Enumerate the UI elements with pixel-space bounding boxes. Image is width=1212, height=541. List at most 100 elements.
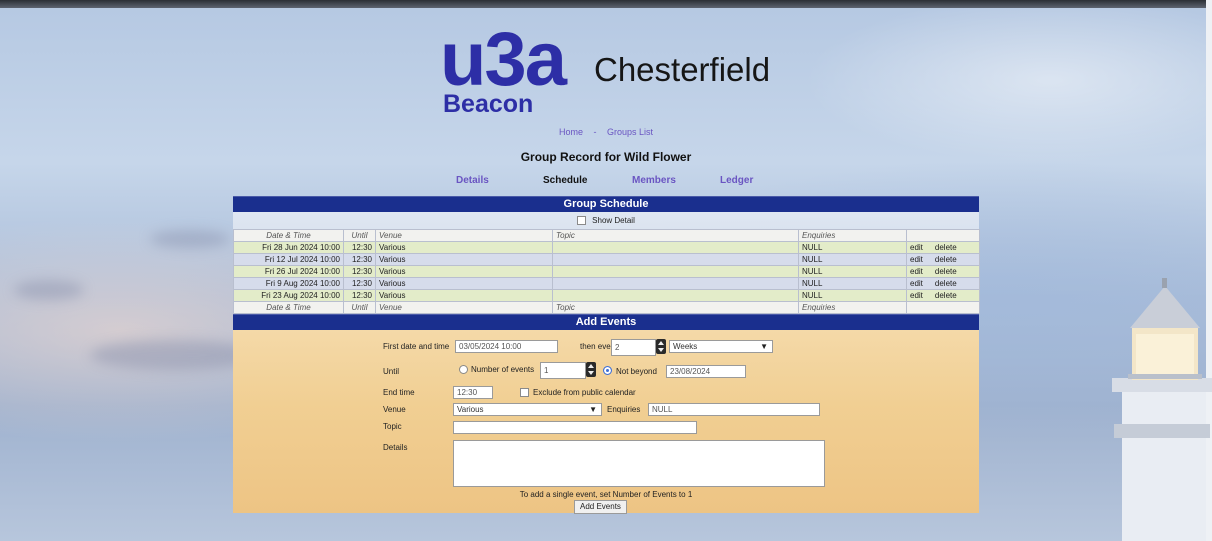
schedule-venue: Various — [375, 289, 553, 302]
tab-schedule[interactable]: Schedule — [543, 175, 587, 186]
delete-link[interactable]: delete — [935, 279, 957, 288]
row-actions: edit delete — [906, 277, 980, 290]
tab-details[interactable]: Details — [456, 175, 489, 186]
end-time-input[interactable]: 12:30 — [453, 386, 493, 399]
schedule-topic — [552, 265, 799, 278]
schedule-venue: Various — [375, 277, 553, 290]
site-place-name: Chesterfield — [594, 51, 771, 88]
topic-input[interactable] — [453, 421, 697, 434]
delete-link[interactable]: delete — [935, 243, 957, 252]
number-of-events-input[interactable]: 1 — [540, 362, 586, 379]
beacon-logo-text: Beacon — [443, 90, 534, 118]
first-date-input[interactable]: 03/05/2024 10:00 — [455, 340, 558, 353]
until-label: Until — [383, 367, 400, 376]
nav-separator: - — [593, 127, 597, 137]
delete-link[interactable]: delete — [935, 291, 957, 300]
schedule-date-time: Fri 12 Jul 2024 10:00 — [233, 253, 344, 266]
column-header-topic: Topic — [552, 229, 799, 242]
number-of-events-spinner[interactable] — [586, 362, 596, 377]
number-of-events-radio[interactable] — [459, 365, 468, 374]
details-textarea[interactable] — [453, 440, 825, 487]
schedule-topic — [552, 277, 799, 290]
column-header-enquiries: Enquiries — [798, 229, 907, 242]
table-row: Fri 12 Jul 2024 10:00 12:30 Various NULL edi… — [233, 253, 980, 266]
enquiries-label: Enquiries — [607, 405, 641, 414]
interval-unit-select[interactable]: Weeks ▼ — [669, 340, 773, 353]
edit-link[interactable]: edit — [910, 267, 923, 276]
table-row: Fri 23 Aug 2024 10:00 12:30 Various NULL edi… — [233, 289, 980, 302]
edit-link[interactable]: edit — [910, 279, 923, 288]
page-title: Group Record for Wild Flower — [520, 150, 692, 164]
schedule-enquiries: NULL — [798, 265, 907, 278]
row-actions: edit delete — [906, 253, 980, 266]
schedule-venue: Various — [375, 265, 553, 278]
row-actions: edit delete — [906, 289, 980, 302]
schedule-until: 12:30 — [343, 241, 376, 254]
table-row: Fri 9 Aug 2024 10:00 12:30 Various NULL edit… — [233, 277, 980, 290]
schedule-topic — [552, 253, 799, 266]
home-link[interactable]: Home — [559, 127, 583, 137]
add-events-button[interactable]: Add Events — [574, 500, 627, 514]
schedule-topic — [552, 241, 799, 254]
column-header-until: Until — [343, 229, 376, 242]
column-header-actions — [906, 229, 980, 242]
show-detail-label: Show Detail — [592, 216, 635, 225]
schedule-panel: Group Schedule Show Detail Date & Time U… — [233, 196, 980, 514]
enquiries-input[interactable]: NULL — [648, 403, 820, 416]
group-schedule-header: Group Schedule — [233, 196, 979, 212]
column-header-venue: Venue — [375, 229, 553, 242]
column-header-date-time: Date & Time — [233, 229, 344, 242]
single-event-hint: To add a single event, set Number of Eve… — [519, 490, 693, 499]
schedule-topic — [552, 289, 799, 302]
add-events-header: Add Events — [233, 314, 979, 330]
edit-link[interactable]: edit — [910, 243, 923, 252]
delete-link[interactable]: delete — [935, 255, 957, 264]
venue-select[interactable]: Various ▼ — [453, 403, 602, 416]
tab-ledger[interactable]: Ledger — [720, 175, 753, 186]
schedule-date-time: Fri 9 Aug 2024 10:00 — [233, 277, 344, 290]
row-actions: edit delete — [906, 265, 980, 278]
not-beyond-input[interactable]: 23/08/2024 — [666, 365, 746, 378]
schedule-date-time: Fri 23 Aug 2024 10:00 — [233, 289, 344, 302]
background-cloud — [14, 280, 84, 300]
background-cloud — [150, 230, 230, 248]
show-detail-row: Show Detail — [233, 212, 979, 229]
column-footer-topic: Topic — [552, 301, 799, 314]
delete-link[interactable]: delete — [935, 267, 957, 276]
schedule-table: Date & Time Until Venue Topic Enquiries … — [233, 229, 980, 314]
interval-spinner[interactable] — [656, 339, 666, 354]
edit-link[interactable]: edit — [910, 255, 923, 264]
table-footer-row: Date & Time Until Venue Topic Enquiries — [233, 301, 980, 314]
venue-value: Various — [457, 405, 484, 414]
end-time-label: End time — [383, 388, 415, 397]
add-events-form: First date and time 03/05/2024 10:00 the… — [233, 330, 979, 514]
column-footer-actions — [906, 301, 980, 314]
not-beyond-label: Not beyond — [616, 367, 657, 376]
venue-label: Venue — [383, 405, 406, 414]
chevron-down-icon: ▼ — [589, 405, 597, 414]
row-actions: edit delete — [906, 241, 980, 254]
schedule-date-time: Fri 28 Jun 2024 10:00 — [233, 241, 344, 254]
groups-list-link[interactable]: Groups List — [607, 127, 653, 137]
edit-link[interactable]: edit — [910, 291, 923, 300]
schedule-enquiries: NULL — [798, 241, 907, 254]
show-detail-checkbox[interactable] — [577, 216, 587, 225]
topic-label: Topic — [383, 422, 402, 431]
lighthouse-image — [1112, 278, 1212, 541]
first-date-label: First date and time — [383, 342, 450, 351]
exclude-calendar-checkbox[interactable] — [520, 388, 529, 397]
schedule-date-time: Fri 26 Jul 2024 10:00 — [233, 265, 344, 278]
table-row: Fri 26 Jul 2024 10:00 12:30 Various NULL edi… — [233, 265, 980, 278]
tab-members[interactable]: Members — [632, 175, 676, 186]
schedule-venue: Various — [375, 253, 553, 266]
schedule-until: 12:30 — [343, 277, 376, 290]
column-footer-venue: Venue — [375, 301, 553, 314]
schedule-enquiries: NULL — [798, 289, 907, 302]
not-beyond-radio[interactable] — [603, 366, 612, 375]
chevron-down-icon: ▼ — [760, 342, 768, 351]
column-footer-date-time: Date & Time — [233, 301, 344, 314]
exclude-calendar-label: Exclude from public calendar — [533, 388, 636, 397]
schedule-until: 12:30 — [343, 265, 376, 278]
interval-input[interactable]: 2 — [611, 339, 656, 356]
details-label: Details — [383, 443, 408, 452]
